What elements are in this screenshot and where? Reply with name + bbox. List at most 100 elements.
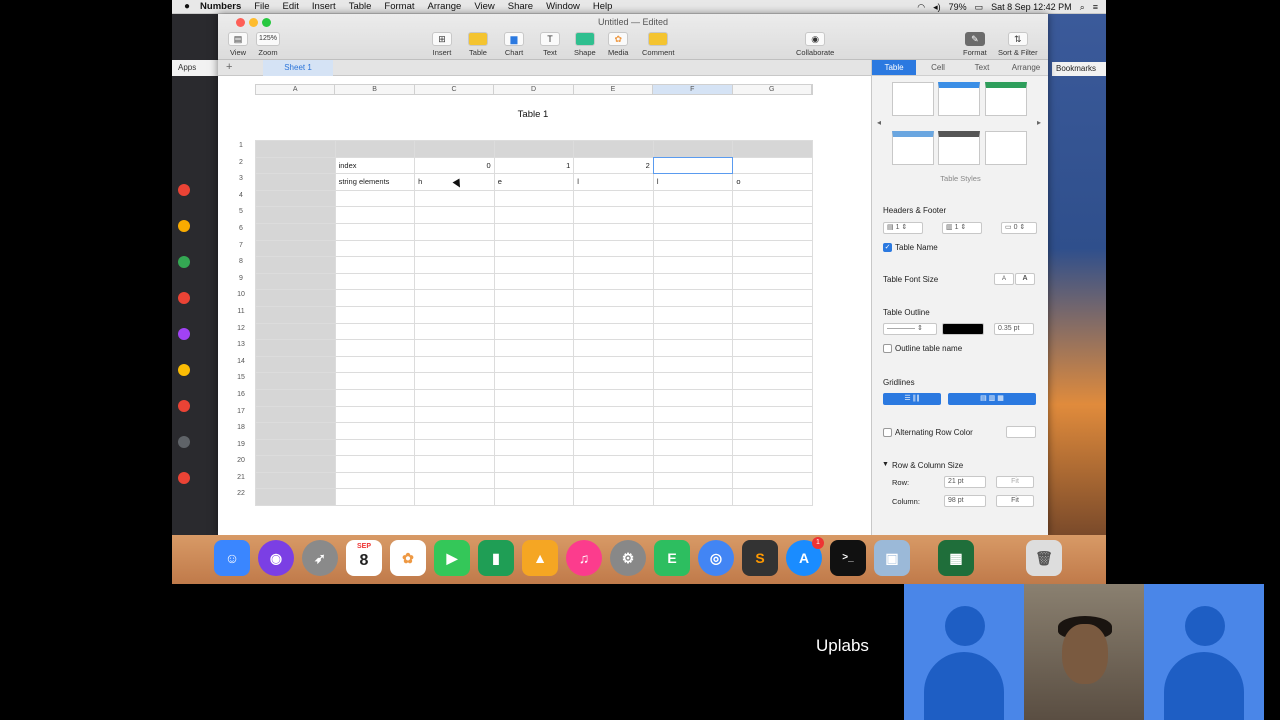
column-header[interactable]: E: [574, 85, 654, 94]
table-cell[interactable]: [652, 272, 734, 291]
column-header[interactable]: A: [256, 85, 336, 94]
table-cell[interactable]: [334, 355, 416, 374]
table-cell[interactable]: [493, 189, 575, 208]
cell-index-2[interactable]: 2: [573, 156, 654, 175]
menu-help[interactable]: Help: [593, 1, 613, 12]
collaborate-button[interactable]: ◉ Collaborate: [796, 32, 834, 57]
media-button[interactable]: ✿ Media: [608, 32, 628, 57]
row-header[interactable]: 15: [235, 370, 247, 387]
bookmarks-label[interactable]: Bookmarks: [1056, 64, 1096, 73]
row-header[interactable]: 16: [235, 387, 247, 404]
table-cell[interactable]: [414, 455, 495, 473]
photos-icon[interactable]: ✿: [390, 540, 426, 576]
terminal-icon[interactable]: >_: [830, 540, 866, 576]
font-increase-button[interactable]: A: [1015, 273, 1035, 285]
table-cell[interactable]: [652, 256, 734, 274]
row-header[interactable]: 22: [235, 486, 247, 503]
row-header[interactable]: 12: [235, 321, 247, 338]
table-cell[interactable]: [414, 471, 495, 490]
table-cell[interactable]: [652, 140, 734, 158]
table-cell[interactable]: [334, 438, 416, 457]
table-cell[interactable]: [255, 422, 336, 440]
table-cell[interactable]: [255, 471, 336, 490]
cell-string-l1[interactable]: l: [573, 173, 654, 191]
row-header[interactable]: 5: [235, 204, 247, 221]
view-button[interactable]: ▤ View: [228, 32, 248, 57]
table-cell[interactable]: [732, 305, 813, 324]
sort-filter-button[interactable]: ⇅ Sort & Filter: [998, 32, 1038, 57]
table-cell[interactable]: [255, 339, 336, 357]
table-cell[interactable]: [652, 405, 734, 424]
table-cell[interactable]: [493, 239, 575, 258]
column-width-stepper[interactable]: 98 pt: [944, 495, 986, 507]
column-fit-button[interactable]: Fit: [996, 495, 1034, 507]
table-cell[interactable]: [334, 206, 416, 224]
table-cell[interactable]: [493, 372, 575, 390]
zoom-button[interactable]: 125% Zoom: [256, 32, 280, 57]
tab-sheet-1[interactable]: Sheet 1: [263, 60, 333, 76]
table-cell[interactable]: [573, 289, 654, 307]
row-header[interactable]: 20: [235, 453, 247, 470]
table-cell[interactable]: [334, 372, 416, 390]
table-title[interactable]: Table 1: [218, 109, 848, 120]
row-header[interactable]: 7: [235, 238, 247, 255]
table-cell[interactable]: [414, 206, 495, 224]
table-cell[interactable]: [255, 140, 336, 158]
table-cell[interactable]: [493, 455, 575, 473]
table-cell[interactable]: [493, 339, 575, 357]
table-cell[interactable]: [573, 471, 654, 490]
menu-share[interactable]: Share: [508, 1, 533, 12]
table-cell[interactable]: [414, 339, 495, 357]
table-cell[interactable]: [334, 388, 416, 407]
trash-icon[interactable]: 🗑: [1026, 540, 1062, 576]
tab-table[interactable]: Table: [872, 60, 916, 75]
table-cell[interactable]: [334, 322, 416, 341]
table-cell[interactable]: [414, 222, 495, 241]
row-header[interactable]: 9: [235, 271, 247, 288]
battery-level[interactable]: 79%: [949, 2, 967, 12]
table-cell[interactable]: [732, 289, 813, 307]
table-cell[interactable]: [334, 272, 416, 291]
table-style-thumbnail[interactable]: [938, 82, 980, 116]
outline-style-select[interactable]: ———— ⇕: [883, 323, 937, 335]
cell-string-o[interactable]: o: [732, 173, 813, 191]
row-header[interactable]: 17: [235, 404, 247, 421]
row-header[interactable]: 11: [235, 304, 247, 321]
table-button[interactable]: Table: [468, 32, 488, 57]
table-style-thumbnail[interactable]: [892, 82, 934, 116]
search-icon[interactable]: ⌕: [1080, 2, 1085, 13]
table-cell[interactable]: [573, 339, 654, 357]
participant-avatar[interactable]: [1144, 584, 1264, 720]
table-cell[interactable]: [652, 289, 734, 307]
table-cell[interactable]: [573, 305, 654, 324]
apps-label[interactable]: Apps: [178, 63, 196, 72]
system-preferences-icon[interactable]: ⚙: [610, 540, 646, 576]
row-fit-button[interactable]: Fit: [996, 476, 1034, 488]
table-cell[interactable]: [493, 140, 575, 158]
evernote-icon[interactable]: E: [654, 540, 690, 576]
cell-string-label[interactable]: string elements: [334, 173, 416, 191]
table-cell[interactable]: [334, 305, 416, 324]
chevron-right-icon[interactable]: ▸: [1037, 118, 1041, 127]
table-cell[interactable]: [732, 422, 813, 440]
cell-index-1[interactable]: 1: [493, 156, 575, 175]
table-cell[interactable]: [414, 272, 495, 291]
table-cell[interactable]: [493, 471, 575, 490]
table-cell[interactable]: [493, 272, 575, 291]
shape-button[interactable]: Shape: [574, 32, 596, 57]
header-columns-stepper[interactable]: ▥ 1 ⇕: [942, 222, 982, 234]
table-cell[interactable]: [255, 156, 336, 175]
table-cell[interactable]: [652, 438, 734, 457]
table-cell[interactable]: [652, 372, 734, 390]
table-cell[interactable]: [732, 156, 813, 175]
text-button[interactable]: T Text: [540, 32, 560, 57]
keynote-icon[interactable]: ▲: [522, 540, 558, 576]
menu-insert[interactable]: Insert: [312, 1, 336, 12]
table-cell[interactable]: [652, 305, 734, 324]
table-cell[interactable]: [414, 289, 495, 307]
table-cell[interactable]: [493, 488, 575, 507]
table-cell[interactable]: [732, 488, 813, 507]
clock[interactable]: Sat 8 Sep 12:42 PM: [991, 2, 1072, 12]
row-header[interactable]: 8: [235, 254, 247, 271]
table-cell[interactable]: [255, 488, 336, 507]
